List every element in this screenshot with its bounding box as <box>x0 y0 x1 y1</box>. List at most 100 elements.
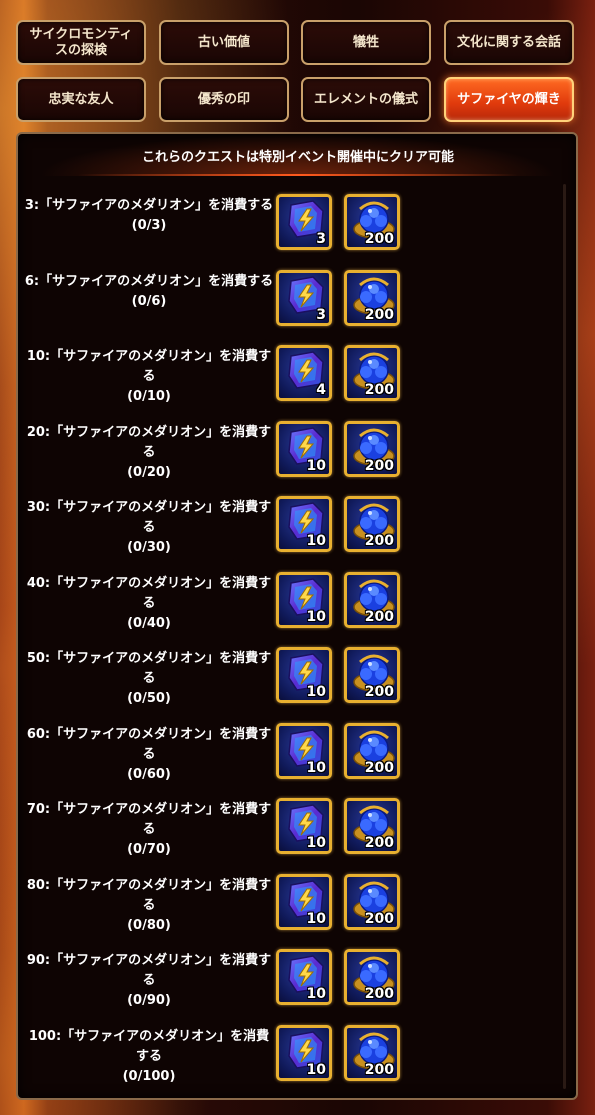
quest-label: 40:「サファイアのメダリオン」を消費する (0/40) <box>24 574 274 634</box>
reward-medallion[interactable]: 10 <box>276 873 332 930</box>
reward-medallion[interactable]: 3 <box>276 269 332 326</box>
reward-gems[interactable]: 200 <box>344 420 400 477</box>
quest-title: 40:「サファイアのメダリオン」を消費する <box>26 575 272 611</box>
quest-title: 90:「サファイアのメダリオン」を消費する <box>26 953 272 988</box>
reward-quantity: 200 <box>364 306 394 323</box>
reward-quantity: 200 <box>364 231 394 247</box>
quest-title: 10:「サファイアのメダリオン」を消費する <box>26 349 272 384</box>
quest-title: 60:「サファイアのメダリオン」を消費する <box>26 726 272 762</box>
quest-title: 20:「サファイアのメダリオン」を消費する <box>26 424 272 460</box>
quest-label: 90:「サファイアのメダリオン」を消費する (0/90) <box>24 951 274 1011</box>
reward-quantity: 200 <box>364 684 394 700</box>
reward-gems[interactable]: 200 <box>344 949 400 1005</box>
reward-quantity: 10 <box>306 910 326 927</box>
quest-progress: (0/70) <box>127 842 171 857</box>
reward-quantity: 10 <box>306 759 326 776</box>
reward-gems[interactable]: 200 <box>344 722 400 779</box>
quest-progress: (0/90) <box>127 993 171 1008</box>
reward-gems[interactable]: 200 <box>344 194 400 250</box>
quest-row: 60:「サファイアのメダリオン」を消費する (0/60) 10 200 <box>18 709 558 785</box>
reward-quantity: 200 <box>364 1061 394 1078</box>
reward-medallion[interactable]: 10 <box>276 496 332 552</box>
reward-medallion[interactable]: 10 <box>276 1024 332 1081</box>
quest-title: 50:「サファイアのメダリオン」を消費する <box>26 651 272 686</box>
reward-medallion[interactable]: 3 <box>276 194 332 250</box>
reward-quantity: 200 <box>364 759 394 776</box>
tab-element-ritual[interactable]: エレメントの儀式 <box>301 77 431 122</box>
reward-medallion[interactable]: 10 <box>276 571 332 628</box>
quest-label: 3:「サファイアのメダリオン」を消費する (0/3) <box>24 196 274 236</box>
tab-label: 古い価値 <box>197 34 250 50</box>
quest-label: 100:「サファイアのメダリオン」を消費する (0/100) <box>24 1027 274 1087</box>
quest-label: 10:「サファイアのメダリオン」を消費する (0/10) <box>24 347 274 407</box>
tab-label: サイクロモンティスの探検 <box>29 26 133 58</box>
tab-cyclomontis-expedition[interactable]: サイクロモンティスの探検 <box>16 20 146 65</box>
quest-label: 70:「サファイアのメダリオン」を消費する (0/70) <box>24 800 274 860</box>
scrollbar[interactable] <box>563 184 566 1089</box>
quest-label: 50:「サファイアのメダリオン」を消費する (0/50) <box>24 649 274 709</box>
quest-title: 3:「サファイアのメダリオン」を消費する <box>24 198 274 213</box>
quest-progress: (0/50) <box>127 691 171 706</box>
quest-label: 60:「サファイアのメダリオン」を消費する (0/60) <box>24 725 274 785</box>
reward-quantity: 10 <box>306 835 326 851</box>
quest-title: 70:「サファイアのメダリオン」を消費する <box>26 802 272 837</box>
tab-label: 優秀の印 <box>197 91 250 107</box>
banner-divider <box>78 174 518 176</box>
reward-gems[interactable]: 200 <box>344 1024 400 1081</box>
quest-title: 30:「サファイアのメダリオン」を消費する <box>26 500 272 535</box>
quest-row: 90:「サファイアのメダリオン」を消費する (0/90) 10 200 <box>18 935 558 1011</box>
reward-medallion[interactable]: 10 <box>276 647 332 703</box>
reward-quantity: 200 <box>364 910 394 927</box>
reward-gems[interactable]: 200 <box>344 571 400 628</box>
tab-sapphire-shine[interactable]: サファイヤの輝き <box>444 77 574 122</box>
tab-label: 犠牲 <box>352 34 379 50</box>
quest-label: 20:「サファイアのメダリオン」を消費する (0/20) <box>24 423 274 483</box>
tab-loyal-friend[interactable]: 忠実な友人 <box>16 77 146 122</box>
quest-panel: これらのクエストは特別イベント開催中にクリア可能 3:「サファイアのメダリオン」… <box>16 132 578 1100</box>
quest-progress: (0/30) <box>127 540 171 555</box>
quest-title: 6:「サファイアのメダリオン」を消費する <box>24 273 274 289</box>
reward-gems[interactable]: 200 <box>344 873 400 930</box>
quest-row: 100:「サファイアのメダリオン」を消費する (0/100) 10 200 <box>18 1011 558 1087</box>
reward-quantity: 3 <box>316 306 326 323</box>
reward-medallion[interactable]: 10 <box>276 420 332 477</box>
reward-medallion[interactable]: 10 <box>276 798 332 854</box>
reward-medallion[interactable]: 10 <box>276 949 332 1005</box>
tab-label: エレメントの儀式 <box>313 91 418 107</box>
reward-gems[interactable]: 200 <box>344 798 400 854</box>
tab-mark-of-excellence[interactable]: 優秀の印 <box>159 77 289 122</box>
reward-quantity: 200 <box>364 608 394 625</box>
reward-quantity: 200 <box>364 835 394 851</box>
quest-row: 40:「サファイアのメダリオン」を消費する (0/40) 10 200 <box>18 558 558 634</box>
quest-progress: (0/80) <box>127 917 171 933</box>
reward-gems[interactable]: 200 <box>344 345 400 401</box>
reward-medallion[interactable]: 4 <box>276 345 332 401</box>
quest-progress: (0/6) <box>131 293 167 309</box>
quest-label: 80:「サファイアのメダリオン」を消費する (0/80) <box>24 876 274 936</box>
reward-quantity: 10 <box>306 684 326 700</box>
reward-medallion[interactable]: 10 <box>276 722 332 779</box>
quest-row: 70:「サファイアのメダリオン」を消費する (0/70) 10 200 <box>18 784 558 860</box>
banner-text: これらのクエストは特別イベント開催中にクリア可能 <box>141 149 454 165</box>
quest-row: 50:「サファイアのメダリオン」を消費する (0/50) 10 200 <box>18 633 558 709</box>
quest-progress: (0/100) <box>122 1068 176 1084</box>
reward-quantity: 10 <box>306 1061 326 1078</box>
tab-label: 忠実な友人 <box>48 91 114 107</box>
quest-progress: (0/60) <box>127 766 171 782</box>
quest-progress: (0/20) <box>127 464 171 480</box>
quest-progress: (0/40) <box>127 615 171 631</box>
reward-quantity: 10 <box>306 986 326 1002</box>
tab-old-values[interactable]: 古い価値 <box>159 20 289 65</box>
reward-gems[interactable]: 200 <box>344 269 400 326</box>
tab-cultural-conversation[interactable]: 文化に関する会話 <box>444 20 574 65</box>
quest-row: 3:「サファイアのメダリオン」を消費する (0/3) 3 200 <box>18 180 558 256</box>
quest-progress: (0/3) <box>131 218 167 233</box>
reward-quantity: 10 <box>306 608 326 625</box>
reward-gems[interactable]: 200 <box>344 647 400 703</box>
event-banner: これらのクエストは特別イベント開催中にクリア可能 <box>38 134 558 176</box>
quest-progress: (0/10) <box>127 389 171 404</box>
reward-gems[interactable]: 200 <box>344 496 400 552</box>
tab-sacrifice[interactable]: 犠牲 <box>301 20 431 65</box>
quest-row: 20:「サファイアのメダリオン」を消費する (0/20) 10 200 <box>18 407 558 483</box>
reward-quantity: 200 <box>364 457 394 474</box>
